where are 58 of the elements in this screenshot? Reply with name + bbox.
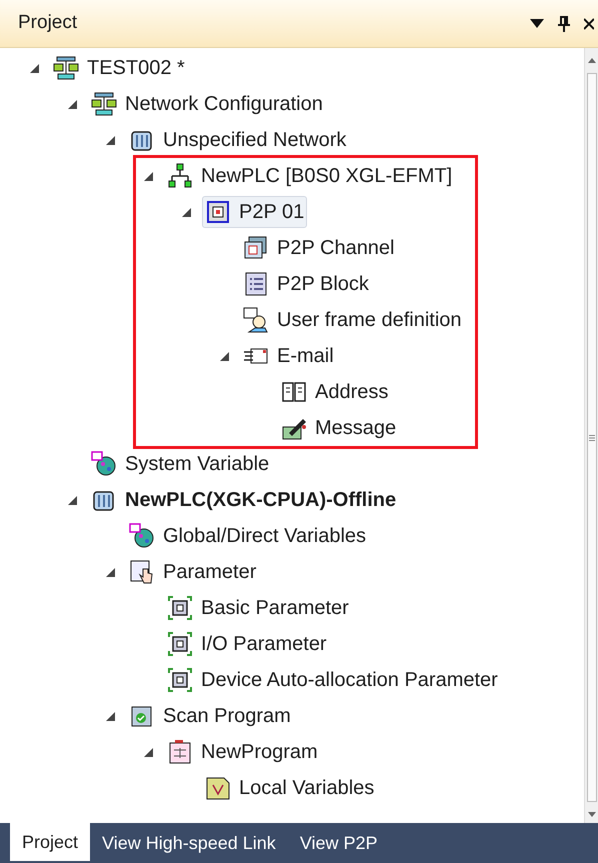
expanded-arrow-icon[interactable] xyxy=(144,748,153,756)
expanded-arrow-icon[interactable] xyxy=(106,568,115,576)
expanded-arrow-icon[interactable] xyxy=(106,136,115,144)
tree-item[interactable]: I/O Parameter xyxy=(164,628,330,660)
square-target-icon xyxy=(205,199,231,225)
scrollbar[interactable] xyxy=(584,48,598,823)
tree-item[interactable]: User frame definition xyxy=(240,304,465,336)
panel-title: Project xyxy=(18,11,78,36)
scroll-up-icon[interactable] xyxy=(588,58,596,63)
expanded-arrow-icon[interactable] xyxy=(106,712,115,720)
parameter-icon xyxy=(167,631,193,657)
expanded-arrow-icon[interactable] xyxy=(30,64,39,72)
tree-item[interactable]: P2P Channel xyxy=(240,232,398,264)
user-chat-icon xyxy=(243,307,269,333)
parameter-icon xyxy=(167,595,193,621)
tree-item[interactable]: Address xyxy=(278,376,392,408)
expanded-arrow-icon[interactable] xyxy=(182,208,191,216)
tree-item[interactable]: System Variable xyxy=(88,448,272,480)
tree-item[interactable]: Basic Parameter xyxy=(164,592,352,624)
expanded-arrow-icon[interactable] xyxy=(68,100,77,108)
scrollbar-thumb[interactable] xyxy=(586,73,596,802)
tree-item[interactable]: Device Auto-allocation Parameter xyxy=(164,664,501,696)
tree-item[interactable]: P2P Block xyxy=(240,268,372,300)
tree-item[interactable]: Global/Direct Variables xyxy=(126,520,370,552)
tree-item[interactable]: E-mail xyxy=(240,340,337,372)
parameter-icon xyxy=(167,667,193,693)
globe-tag-icon xyxy=(129,523,155,549)
network-config-icon xyxy=(91,91,117,117)
hand-cursor-icon xyxy=(129,559,155,585)
tree-item[interactable]: P2P 01 xyxy=(202,196,308,228)
scroll-down-icon[interactable] xyxy=(588,812,596,817)
list-icon xyxy=(243,271,269,297)
variable-page-icon xyxy=(205,775,231,801)
pin-icon[interactable] xyxy=(558,16,570,32)
tree-item[interactable]: Local Variables xyxy=(202,772,378,804)
tab[interactable]: View P2P xyxy=(288,823,390,863)
tree-item[interactable]: Scan Program xyxy=(126,700,294,732)
expanded-arrow-icon[interactable] xyxy=(68,496,77,504)
close-icon[interactable] xyxy=(584,16,594,30)
hierarchy-icon xyxy=(167,163,193,189)
tab[interactable]: Project xyxy=(10,823,90,861)
grip-icon xyxy=(588,434,594,440)
dropdown-icon[interactable] xyxy=(530,19,544,28)
tree-item[interactable]: Parameter xyxy=(126,556,260,588)
tab[interactable]: View High-speed Link xyxy=(90,823,288,863)
expanded-arrow-icon[interactable] xyxy=(144,172,153,180)
network-config-icon xyxy=(53,55,79,81)
tree-item[interactable]: Unspecified Network xyxy=(126,124,350,156)
tree-item[interactable]: NewPLC(XGK-CPUA)-Offline xyxy=(88,484,400,516)
window-stack-icon xyxy=(243,235,269,261)
tree-item[interactable]: NewProgram xyxy=(164,736,321,768)
expanded-arrow-icon[interactable] xyxy=(220,352,229,360)
tree-item[interactable]: TEST002 * xyxy=(50,52,188,84)
globe-tag-icon xyxy=(91,451,117,477)
program-block-icon xyxy=(167,739,193,765)
tree-item[interactable]: Network Configuration xyxy=(88,88,326,120)
tree-item[interactable]: Message xyxy=(278,412,400,444)
tree-item[interactable]: NewPLC [B0S0 XGL-EFMT] xyxy=(164,160,456,192)
